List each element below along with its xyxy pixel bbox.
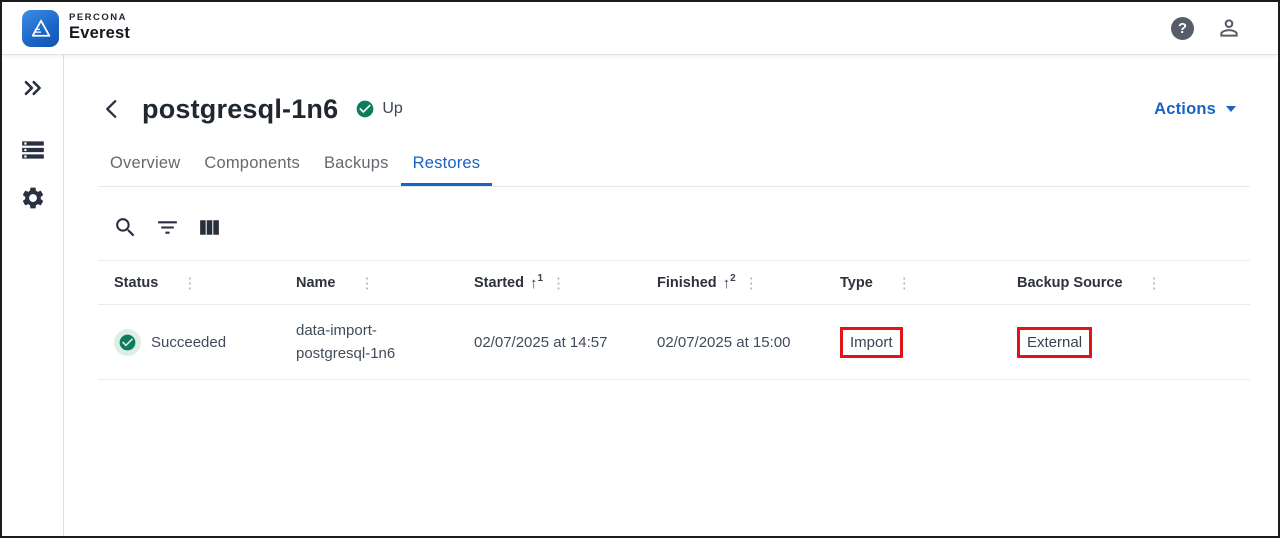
brand-line2: Everest (69, 24, 130, 42)
chevron-left-icon (99, 96, 125, 122)
top-header: PERCONA Everest ? (2, 2, 1278, 55)
tab-restores[interactable]: Restores (401, 141, 493, 186)
row-type-value-annotated: Import (840, 327, 903, 358)
column-menu-icon[interactable]: ⋮ (1147, 274, 1162, 292)
brand-home-link[interactable]: PERCONA Everest (22, 10, 130, 47)
row-started-cell: 02/07/2025 at 14:57 (458, 334, 641, 351)
percona-everest-logo-icon (22, 10, 59, 47)
column-label: Name (296, 275, 336, 291)
page-title: postgresql-1n6 (142, 94, 338, 125)
status-label: Up (382, 100, 402, 118)
column-header-status[interactable]: Status ⋮ (98, 274, 280, 292)
restores-table: Status ⋮ Name ⋮ Started ↑1 ⋮ Finished ↑2… (98, 260, 1250, 380)
actions-button[interactable]: Actions (1154, 100, 1250, 119)
success-check-icon (114, 329, 141, 356)
status-badge: Up (355, 99, 402, 119)
column-header-type[interactable]: Type ⋮ (824, 274, 1001, 292)
column-menu-icon[interactable]: ⋮ (182, 274, 197, 292)
column-label: Status (114, 275, 158, 291)
database-list-icon (20, 137, 46, 163)
title-row: postgresql-1n6 Up Actions (98, 89, 1250, 129)
help-button[interactable]: ? (1171, 17, 1194, 40)
row-type-cell: Import (824, 327, 1001, 358)
column-menu-icon[interactable]: ⋮ (360, 274, 375, 292)
column-header-started[interactable]: Started ↑1 ⋮ (458, 274, 641, 292)
help-icon: ? (1178, 20, 1187, 37)
sort-asc-icon[interactable]: ↑1 (530, 274, 543, 292)
column-header-finished[interactable]: Finished ↑2 ⋮ (641, 274, 824, 292)
header-actions: ? (1171, 15, 1258, 41)
column-label: Backup Source (1017, 275, 1123, 291)
row-status-label: Succeeded (151, 334, 226, 351)
actions-label: Actions (1154, 100, 1216, 119)
columns-icon (197, 215, 222, 240)
brand-text: PERCONA Everest (69, 13, 130, 42)
column-menu-icon[interactable]: ⋮ (897, 274, 912, 292)
search-button[interactable] (113, 215, 138, 240)
tabs: Overview Components Backups Restores (98, 141, 1250, 187)
column-menu-icon[interactable]: ⋮ (744, 274, 759, 292)
tab-backups[interactable]: Backups (312, 141, 401, 186)
filter-button[interactable] (155, 215, 180, 240)
back-button[interactable] (98, 95, 126, 123)
sidebar-item-settings[interactable] (19, 184, 47, 212)
person-icon (1216, 15, 1242, 41)
arrow-drop-down-icon (1226, 106, 1236, 112)
filter-icon (155, 215, 180, 240)
columns-button[interactable] (197, 215, 222, 240)
row-backup-source-cell: External (1001, 327, 1250, 358)
double-chevron-right-icon (20, 75, 46, 101)
table-toolbar (98, 215, 1250, 240)
sort-asc-icon[interactable]: ↑2 (723, 274, 736, 292)
row-backup-source-value-annotated: External (1017, 327, 1092, 358)
sort-order-badge: 2 (730, 273, 736, 284)
column-label: Type (840, 275, 873, 291)
main-content: postgresql-1n6 Up Actions Overview Compo… (64, 55, 1278, 536)
sidebar-item-databases[interactable] (19, 136, 47, 164)
sidebar (2, 55, 64, 536)
table-header-row: Status ⋮ Name ⋮ Started ↑1 ⋮ Finished ↑2… (98, 260, 1250, 305)
row-name-cell: data-import-postgresql-1n6 (280, 319, 446, 366)
brand-line1: PERCONA (69, 13, 130, 24)
app-window: PERCONA Everest ? (0, 0, 1280, 538)
column-menu-icon[interactable]: ⋮ (551, 274, 566, 292)
column-label: Started (474, 275, 524, 291)
tab-components[interactable]: Components (192, 141, 312, 186)
sort-order-badge: 1 (537, 273, 543, 284)
expand-sidebar-button[interactable] (19, 74, 47, 102)
table-row[interactable]: Succeeded data-import-postgresql-1n6 02/… (98, 305, 1250, 380)
row-status-cell: Succeeded (98, 329, 280, 356)
check-circle-icon (355, 99, 375, 119)
column-header-backup-source[interactable]: Backup Source ⋮ (1001, 274, 1250, 292)
column-header-name[interactable]: Name ⋮ (280, 274, 458, 292)
gear-icon (20, 185, 46, 211)
profile-button[interactable] (1216, 15, 1242, 41)
row-finished-cell: 02/07/2025 at 15:00 (641, 334, 824, 351)
search-icon (113, 215, 138, 240)
column-label: Finished (657, 275, 717, 291)
tab-overview[interactable]: Overview (98, 141, 192, 186)
